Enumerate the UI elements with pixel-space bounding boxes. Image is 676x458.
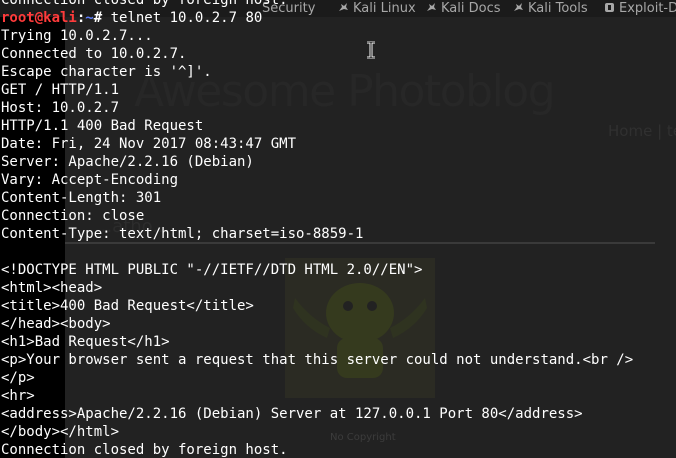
terminal-line: </p> — [1, 370, 35, 386]
terminal-line: </head><body> — [1, 316, 111, 332]
terminal-line: <address>Apache/2.2.16 (Debian) Server a… — [1, 406, 583, 422]
prompt-path: ~ — [85, 10, 94, 26]
terminal-line: Server: Apache/2.2.16 (Debian) — [1, 154, 254, 170]
terminal-line: <!DOCTYPE HTML PUBLIC "-//IETF//DTD HTML… — [1, 262, 423, 278]
prompt-symbol: # — [93, 10, 111, 26]
terminal-prompt-line: root@kali:~# telnet 10.0.2.7 80 — [1, 9, 633, 27]
terminal-output[interactable]: Connection closed by foreign host. root@… — [1, 0, 633, 458]
terminal-line: <html><head> — [1, 280, 103, 296]
terminal-line: Host: 10.0.2.7 — [1, 100, 120, 116]
terminal-line: Vary: Accept-Encoding — [1, 172, 179, 188]
terminal-line: Connection closed by foreign host. — [1, 442, 288, 458]
terminal-line: Connected to 10.0.2.7. — [1, 46, 187, 62]
terminal-line: <p>Your browser sent a request that this… — [1, 352, 634, 368]
terminal-line: Date: Fri, 24 Nov 2017 08:43:47 GMT — [1, 136, 297, 152]
terminal-line: Escape character is '^]'. — [1, 64, 212, 80]
prompt-user-host: root@kali — [1, 10, 77, 26]
ibeam-cursor-icon — [365, 40, 377, 60]
terminal-line: Content-Length: 301 — [1, 190, 162, 206]
terminal-line: </body></html> — [1, 424, 120, 440]
terminal-command: telnet 10.0.2.7 80 — [110, 10, 263, 26]
terminal-line: Connection closed by foreign host. — [1, 0, 288, 8]
terminal-line: <title>400 Bad Request</title> — [1, 298, 254, 314]
terminal-line: <h1>Bad Request</h1> — [1, 334, 170, 350]
terminal-line: Trying 10.0.2.7... — [1, 28, 153, 44]
terminal-line: GET / HTTP/1.1 — [1, 82, 120, 98]
terminal-line: Content-Type: text/html; charset=iso-885… — [1, 226, 364, 242]
terminal-line: HTTP/1.1 400 Bad Request — [1, 118, 204, 134]
terminal-line: <hr> — [1, 388, 35, 404]
terminal-line: Connection: close — [1, 208, 145, 224]
